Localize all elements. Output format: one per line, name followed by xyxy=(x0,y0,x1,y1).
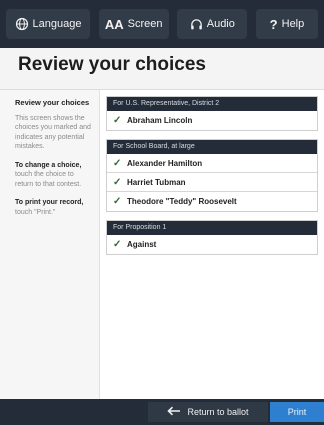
checkmark-icon: ✓ xyxy=(113,115,122,126)
checkmark-icon: ✓ xyxy=(113,176,122,188)
choice-name: Against xyxy=(127,240,157,249)
help-icon: ? xyxy=(269,16,278,32)
choice-row[interactable]: ✓ Theodore "Teddy" Roosevelt xyxy=(107,192,317,211)
choice-row[interactable]: ✓ Abraham Lincoln xyxy=(107,111,317,130)
print-body: touch "Print." xyxy=(15,208,56,216)
print-instructions: To print your record, touch "Print." xyxy=(15,198,91,217)
headphones-icon xyxy=(190,18,203,31)
checkmark-icon: ✓ xyxy=(113,196,122,207)
review-instructions: Review your choices This screen shows th… xyxy=(15,98,91,152)
contest-school-board[interactable]: For School Board, at large ✓ Alexander H… xyxy=(106,139,318,212)
print-heading: To print your record, xyxy=(15,199,84,206)
return-to-ballot-button[interactable]: Return to ballot xyxy=(148,402,268,422)
choice-name: Harriet Tubman xyxy=(127,177,186,187)
choice-row[interactable]: ✓ Against xyxy=(107,235,317,254)
page-title: Review your choices xyxy=(0,48,324,90)
language-label: Language xyxy=(32,18,82,30)
screen-label: Screen xyxy=(127,18,163,30)
review-heading: Review your choices xyxy=(15,98,90,107)
help-label: Help xyxy=(281,18,305,30)
change-instructions: To change a choice, touch the choice to … xyxy=(15,161,91,190)
contest-proposition-1[interactable]: For Proposition 1 ✓ Against xyxy=(106,220,318,255)
contest-header: For U.S. Representative, District 2 xyxy=(107,97,317,111)
choice-row[interactable]: ✓ Alexander Hamilton xyxy=(107,154,317,173)
text-size-icon: AA xyxy=(104,16,124,32)
checkmark-icon: ✓ xyxy=(113,157,122,169)
globe-icon xyxy=(15,17,29,31)
contest-header: For Proposition 1 xyxy=(107,221,317,235)
contest-header: For School Board, at large xyxy=(107,140,317,154)
contest-us-representative[interactable]: For U.S. Representative, District 2 ✓ Ab… xyxy=(106,96,318,131)
print-button[interactable]: Print xyxy=(270,402,324,422)
checkmark-icon: ✓ xyxy=(113,239,122,250)
change-heading: To change a choice, xyxy=(15,161,82,169)
change-body: touch the choice to return to that conte… xyxy=(15,171,82,188)
instructions-panel: Review your choices This screen shows th… xyxy=(0,90,100,399)
return-label: Return to ballot xyxy=(187,407,249,417)
bottom-bar: Return to ballot Print xyxy=(0,399,324,425)
choice-name: Abraham Lincoln xyxy=(127,116,193,125)
contest-list: For U.S. Representative, District 2 ✓ Ab… xyxy=(106,96,318,263)
choice-row[interactable]: ✓ Harriet Tubman xyxy=(107,173,317,192)
review-body: This screen shows the choices you marked… xyxy=(15,114,91,151)
print-label: Print xyxy=(287,407,307,417)
help-button[interactable]: ? Help xyxy=(255,9,318,39)
language-button[interactable]: Language xyxy=(6,9,90,39)
audio-label: Audio xyxy=(206,18,235,30)
ballot-review-screen: Language AA Screen Audio ? Help Review y… xyxy=(0,0,324,425)
audio-button[interactable]: Audio xyxy=(177,9,248,39)
choice-name: Alexander Hamilton xyxy=(127,158,203,168)
choice-name: Theodore "Teddy" Roosevelt xyxy=(127,197,237,206)
arrow-left-icon xyxy=(167,406,181,418)
screen-button[interactable]: AA Screen xyxy=(98,9,169,39)
top-toolbar: Language AA Screen Audio ? Help xyxy=(0,0,324,48)
